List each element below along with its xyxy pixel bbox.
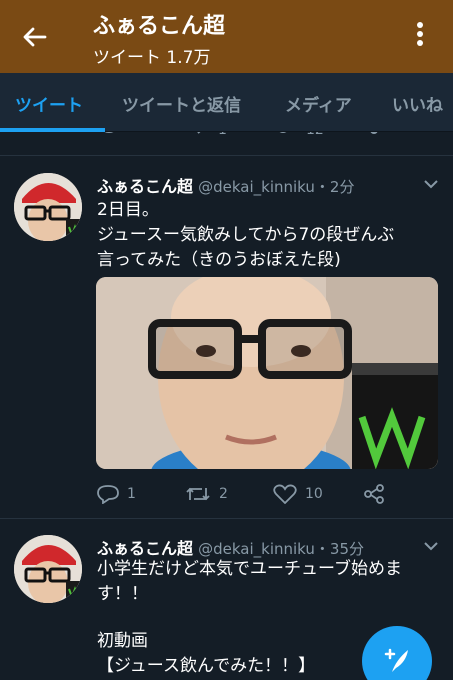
like-count: 12 (306, 132, 324, 138)
avatar-image (14, 173, 82, 241)
like-button[interactable]: 10 (273, 483, 323, 505)
tab-tweets[interactable]: ツイート (15, 91, 83, 116)
tweet-text-line: 初動画 (97, 631, 148, 651)
tweet-media-image[interactable] (96, 277, 438, 469)
like-icon[interactable] (272, 132, 294, 140)
tweet-text-line: 小学生だけど本気でユーチューブ始めま (97, 559, 402, 579)
more-options-button[interactable] (414, 22, 426, 52)
share-icon[interactable] (362, 132, 384, 140)
reply-count: 1 (127, 486, 136, 502)
tab-likes[interactable]: いいね (392, 91, 443, 116)
compose-feather-icon (384, 648, 408, 672)
tweet-time: ・2分 (314, 178, 355, 196)
heart-icon (273, 484, 297, 504)
retweet-button[interactable]: 2 (185, 483, 228, 505)
tweet-item[interactable]: ふぁるこん超 @dekai_kinniku・2分 2日目。 ジュースー気飲みして… (0, 157, 453, 519)
back-button[interactable] (20, 22, 50, 52)
tab-media[interactable]: メディア (285, 91, 352, 116)
author-name[interactable]: ふぁるこん超 (97, 177, 193, 196)
profile-header: ふぁるこん超 ツイート 1.7万 (0, 0, 453, 73)
chevron-down-icon[interactable] (424, 179, 438, 189)
tweet-text-line: 【ジュース飲んでみた！！】 (97, 656, 316, 676)
tweet-time: ・35分 (314, 540, 365, 558)
tweet-text-line: 言ってみた（きのうおぼえた段) (97, 250, 341, 270)
chevron-down-icon[interactable] (424, 541, 438, 551)
more-dot-icon (417, 31, 423, 37)
retweet-icon[interactable] (186, 132, 208, 140)
retweet-count: 2 (219, 486, 228, 502)
more-dot-icon (417, 40, 423, 46)
tab-tweets-and-replies[interactable]: ツイートと返信 (122, 91, 241, 116)
tweet-author-line: ふぁるこん超 @dekai_kinniku・2分 (97, 173, 354, 197)
tweet-text-line: 2日目。 (97, 200, 159, 220)
previous-tweet-actions: 1 12 (0, 132, 453, 156)
author-name[interactable]: ふぁるこん超 (97, 539, 193, 558)
author-handle: @dekai_kinniku (198, 540, 315, 558)
retweet-icon (186, 487, 210, 501)
tweet-text-line: す！！ (97, 584, 148, 604)
like-count: 10 (305, 486, 323, 502)
tweet-text-line: ジュースー気飲みしてから7の段ぜんぶ (97, 225, 395, 245)
more-dot-icon (417, 22, 423, 28)
avatar-image (14, 535, 82, 603)
author-handle: @dekai_kinniku (198, 178, 315, 196)
profile-tabs: ツイート ツイートと返信 メディア いいね (0, 73, 453, 132)
reply-button[interactable]: 1 (97, 483, 136, 505)
media-photo (96, 277, 438, 469)
reply-icon (97, 485, 119, 504)
retweet-count: 1 (218, 132, 227, 138)
arrow-left-icon (23, 27, 47, 47)
tweet-author-line: ふぁるこん超 @dekai_kinniku・35分 (97, 535, 364, 559)
tweet-count: ツイート 1.7万 (93, 48, 211, 68)
avatar[interactable] (14, 535, 82, 603)
avatar[interactable] (14, 173, 82, 241)
profile-name: ふぁるこん超 (93, 14, 226, 39)
tweet-actions: 1 2 10 (97, 483, 397, 505)
share-icon (364, 484, 384, 504)
share-button[interactable] (363, 483, 393, 505)
reply-icon[interactable] (98, 132, 120, 140)
